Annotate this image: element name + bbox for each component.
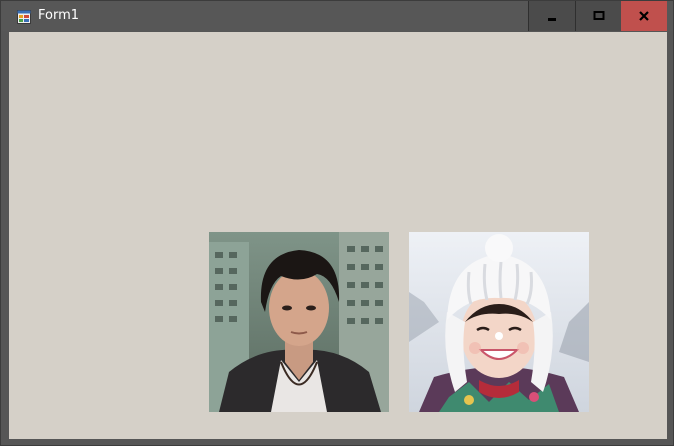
close-icon [638,7,650,26]
maximize-icon [593,7,605,26]
form-app-icon [17,9,31,24]
maximize-button[interactable] [575,1,621,31]
close-button[interactable] [621,1,667,31]
picture-box-2[interactable] [409,232,589,412]
form-client-area [9,32,667,439]
window-title: Form1 [38,8,80,23]
app-window: Form1 [0,0,674,446]
minimize-button[interactable] [528,1,575,31]
title-bar[interactable]: Form1 [1,1,673,31]
picture-box-1[interactable] [209,232,389,412]
minimize-icon [546,7,558,26]
